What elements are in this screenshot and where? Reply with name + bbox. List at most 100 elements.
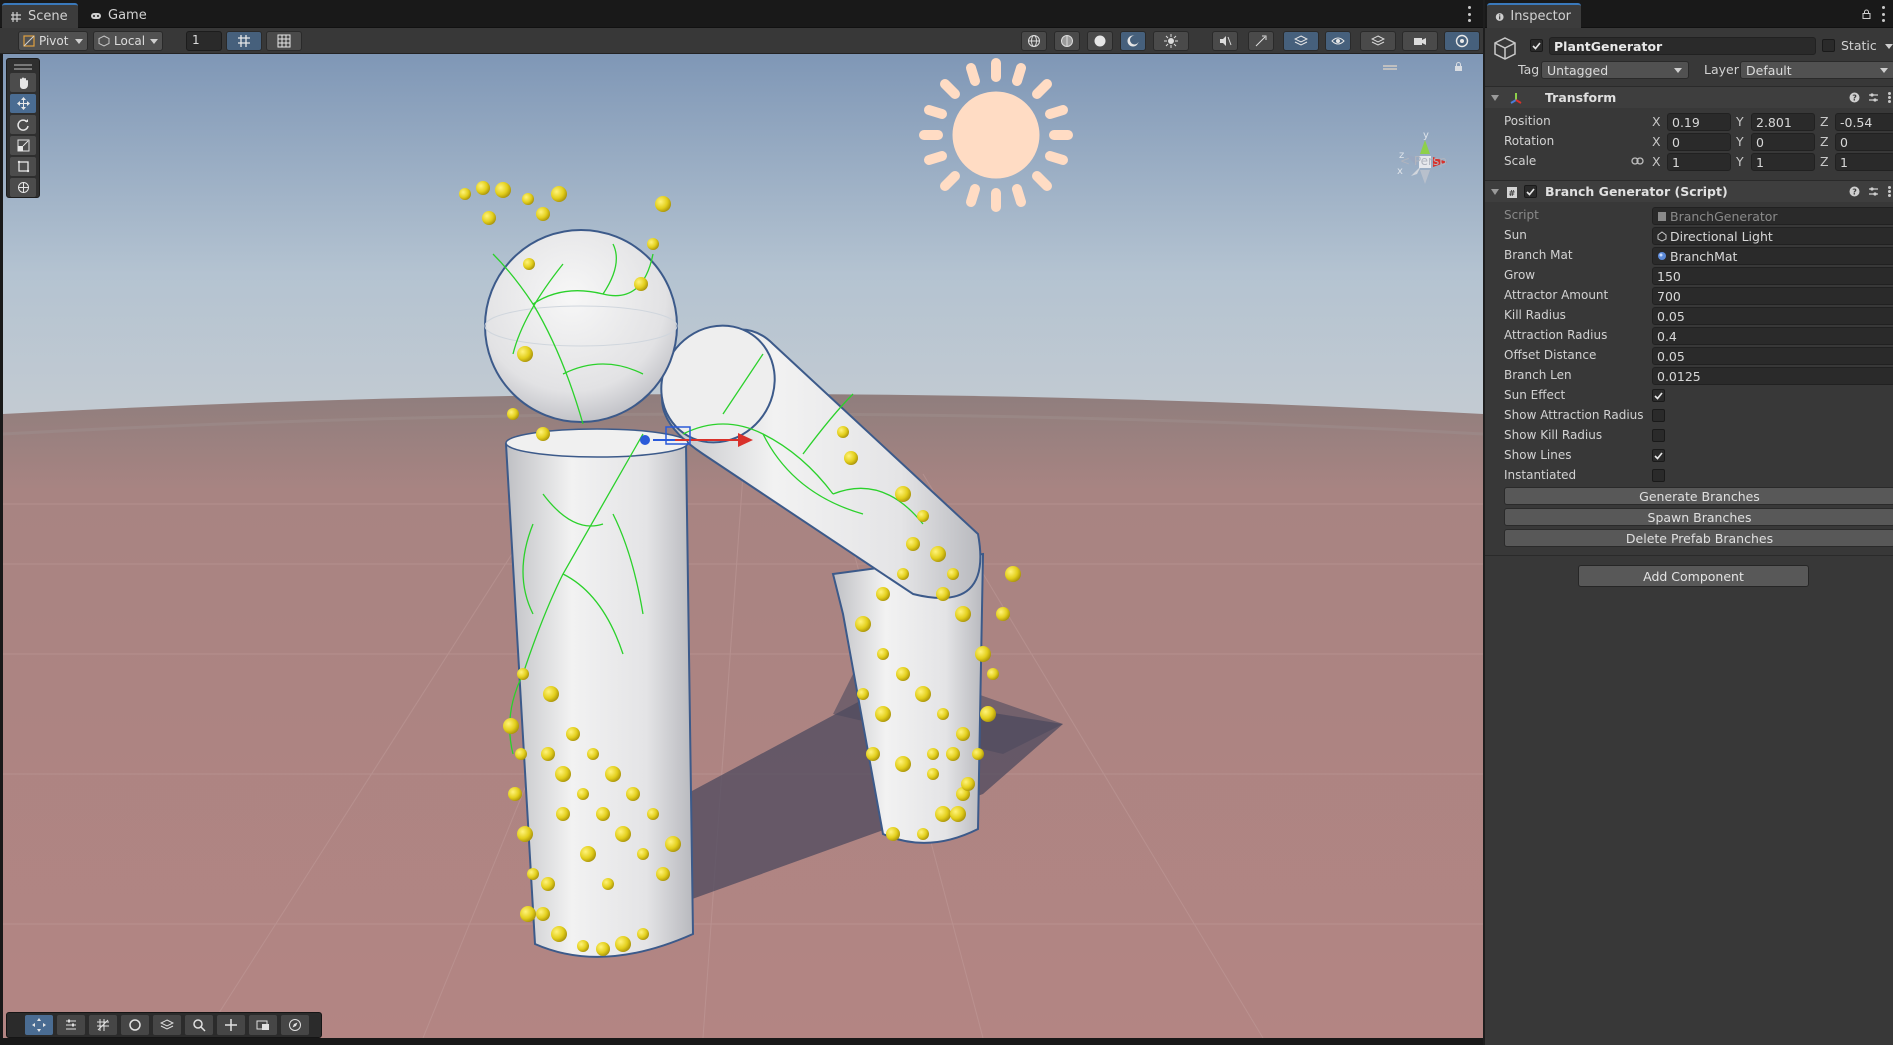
collapse-icon[interactable]: [1491, 188, 1499, 195]
constrain-proportions-icon[interactable]: [1631, 156, 1644, 166]
overlay-navigation-button[interactable]: [281, 1015, 309, 1035]
sun-effect-checkbox[interactable]: [1652, 389, 1665, 402]
camera-dropdown[interactable]: [1402, 31, 1438, 51]
rotate-tool-button[interactable]: [10, 115, 36, 134]
position-x-field[interactable]: 0.19: [1667, 113, 1731, 131]
gizmos-dropdown[interactable]: [1444, 31, 1480, 51]
scene-visibility-button[interactable]: [1325, 31, 1351, 51]
attractor-point: [536, 207, 550, 221]
scene-render[interactable]: y z x: [3, 54, 1483, 1038]
help-icon[interactable]: ?: [1849, 92, 1860, 103]
scene-menu-icon[interactable]: [1467, 6, 1471, 22]
tools-grip-icon[interactable]: [14, 64, 32, 66]
branch-len-field[interactable]: 0.0125: [1652, 367, 1893, 385]
position-x-label: X: [1652, 114, 1661, 129]
overlay-transform-button[interactable]: [217, 1015, 245, 1035]
lock-icon[interactable]: [1862, 9, 1871, 19]
shaded-button[interactable]: [1087, 31, 1113, 51]
collapse-icon[interactable]: [1491, 94, 1499, 101]
rotation-z-field[interactable]: 0: [1835, 133, 1893, 151]
overlay-shading-button[interactable]: [121, 1015, 149, 1035]
wireframe-sphere-icon: [1028, 35, 1040, 47]
add-component-button[interactable]: Add Component: [1578, 565, 1809, 587]
scale-tool-button[interactable]: [10, 136, 36, 155]
generate-branches-button[interactable]: Generate Branches: [1504, 487, 1893, 505]
scale-y-field[interactable]: 1: [1751, 153, 1815, 171]
offset-distance-field[interactable]: 0.05: [1652, 347, 1893, 365]
overlay-layers-button[interactable]: [153, 1015, 181, 1035]
active-checkbox[interactable]: [1530, 39, 1543, 52]
snap-increment-button[interactable]: [266, 31, 302, 51]
overlay-settings-button[interactable]: [57, 1015, 85, 1035]
layer-dropdown[interactable]: Default: [1740, 61, 1893, 79]
grow-field[interactable]: 150: [1652, 267, 1893, 285]
spawn-branches-button[interactable]: Spawn Branches: [1504, 508, 1893, 526]
rect-tool-button[interactable]: [10, 157, 36, 176]
scale-x-field[interactable]: 1: [1667, 153, 1731, 171]
tab-inspector[interactable]: Inspector: [1487, 3, 1581, 28]
pivot-dropdown[interactable]: Pivot: [18, 31, 88, 51]
show-lines-checkbox[interactable]: [1652, 449, 1665, 462]
overlay-move-button[interactable]: [25, 1015, 53, 1035]
tag-dropdown[interactable]: Untagged: [1541, 61, 1689, 79]
static-dropdown-caret-icon[interactable]: [1885, 44, 1893, 49]
audio-toggle-button[interactable]: [1212, 31, 1238, 51]
overlay-search-button[interactable]: [185, 1015, 213, 1035]
attraction-radius-field[interactable]: 0.4: [1652, 327, 1893, 345]
component-menu-icon[interactable]: [1887, 186, 1891, 197]
component-menu-icon[interactable]: [1887, 92, 1891, 103]
static-checkbox[interactable]: [1822, 39, 1835, 52]
branch-mat-field[interactable]: BranchMat: [1652, 247, 1893, 265]
attractor-point: [647, 808, 659, 820]
scene-viewport[interactable]: y z x < Persp: [3, 54, 1483, 1038]
branch-generator-header[interactable]: # Branch Generator (Script) ?: [1485, 180, 1893, 202]
presets-icon[interactable]: [1868, 92, 1879, 103]
orientation-gizmo-button[interactable]: [1021, 31, 1047, 51]
scene-tabbar: Scene Game: [0, 0, 1483, 28]
transform-tool-button[interactable]: [10, 178, 36, 197]
show-kill-radius-checkbox[interactable]: [1652, 429, 1665, 442]
effects-toggle-button[interactable]: [1248, 31, 1274, 51]
hand-tool-button[interactable]: [10, 73, 36, 92]
layers-dropdown[interactable]: [1283, 31, 1319, 51]
instantiated-checkbox[interactable]: [1652, 469, 1665, 482]
object-name-field[interactable]: PlantGenerator: [1549, 37, 1816, 55]
help-icon[interactable]: ?: [1849, 186, 1860, 197]
rotation-x-field[interactable]: 0: [1667, 133, 1731, 151]
show-attraction-radius-checkbox[interactable]: [1652, 409, 1665, 422]
lighting-dropdown[interactable]: [1153, 31, 1189, 51]
kill-radius-field[interactable]: 0.05: [1652, 307, 1893, 325]
position-y-field[interactable]: 2.801: [1751, 113, 1815, 131]
grid-snap-field[interactable]: 1: [186, 31, 222, 51]
tab-game[interactable]: Game: [82, 3, 157, 28]
inspector-menu-icon[interactable]: [1881, 6, 1885, 22]
move-tool-button[interactable]: [10, 94, 36, 113]
overlay-camera-button[interactable]: [249, 1015, 277, 1035]
attractor-point: [936, 587, 950, 601]
attractor-point: [895, 486, 911, 502]
shaded-wire-icon: [1061, 35, 1073, 47]
script-enabled-checkbox[interactable]: [1524, 185, 1537, 198]
position-z-field[interactable]: -0.54: [1835, 113, 1893, 131]
projection-label[interactable]: < Persp: [1400, 154, 1447, 168]
attractor-point: [855, 616, 871, 632]
sun-field[interactable]: Directional Light: [1652, 227, 1893, 245]
attractor-amount-field[interactable]: 700: [1652, 287, 1893, 305]
overlay-grip-icon[interactable]: [1383, 65, 1397, 67]
tab-scene[interactable]: Scene: [2, 3, 78, 28]
rotation-y-field[interactable]: 0: [1751, 133, 1815, 151]
scale-z-field[interactable]: 1: [1835, 153, 1893, 171]
overlay-grid-button[interactable]: [89, 1015, 117, 1035]
presets-icon[interactable]: [1868, 186, 1879, 197]
grid-icon: [11, 11, 21, 22]
lit-mode-button[interactable]: [1120, 31, 1146, 51]
attractor-point: [975, 646, 991, 662]
delete-prefab-branches-button[interactable]: Delete Prefab Branches: [1504, 529, 1893, 547]
grid-visibility-button[interactable]: [226, 31, 262, 51]
draw-mode-dropdown[interactable]: [1360, 31, 1396, 51]
space-dropdown[interactable]: Local: [93, 31, 163, 51]
lock-icon[interactable]: [1454, 62, 1463, 71]
attractor-point: [520, 906, 536, 922]
transform-header[interactable]: Transform ?: [1485, 86, 1893, 108]
shaded-wireframe-button[interactable]: [1054, 31, 1080, 51]
